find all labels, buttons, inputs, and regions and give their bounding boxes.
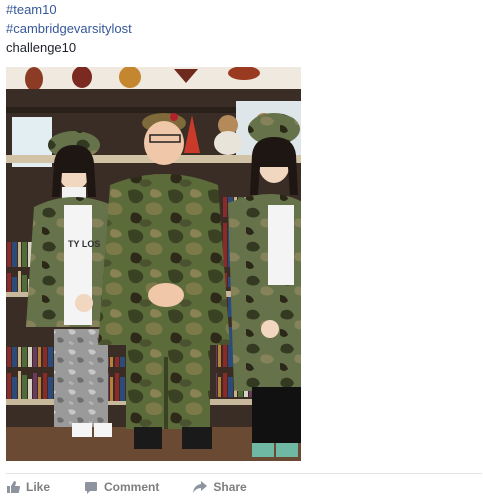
post-action-bar: Like Comment Share [6, 478, 281, 496]
like-label: Like [26, 480, 51, 494]
comment-icon [85, 482, 98, 494]
svg-text:TY LOS: TY LOS [68, 239, 100, 249]
share-label: Share [213, 480, 247, 494]
post-caption: #team10 #cambridgevarsitylost challenge1… [6, 0, 132, 57]
thumbs-up-icon [7, 481, 20, 493]
hashtag-team10-link[interactable]: #team10 [6, 0, 132, 19]
hashtag-cambridgevarsitylost-link[interactable]: #cambridgevarsitylost [6, 19, 132, 38]
post-photo[interactable]: TY LOS [6, 67, 301, 461]
comment-button[interactable]: Comment [84, 480, 159, 494]
share-button[interactable]: Share [193, 480, 247, 494]
comment-label: Comment [104, 480, 160, 494]
caption-text: challenge10 [6, 40, 77, 55]
like-button[interactable]: Like [6, 480, 50, 494]
action-bar-divider [6, 473, 482, 474]
photo-image: TY LOS [6, 67, 301, 461]
feed-post: #team10 #cambridgevarsitylost challenge1… [0, 0, 483, 496]
share-arrow-icon [193, 481, 208, 493]
